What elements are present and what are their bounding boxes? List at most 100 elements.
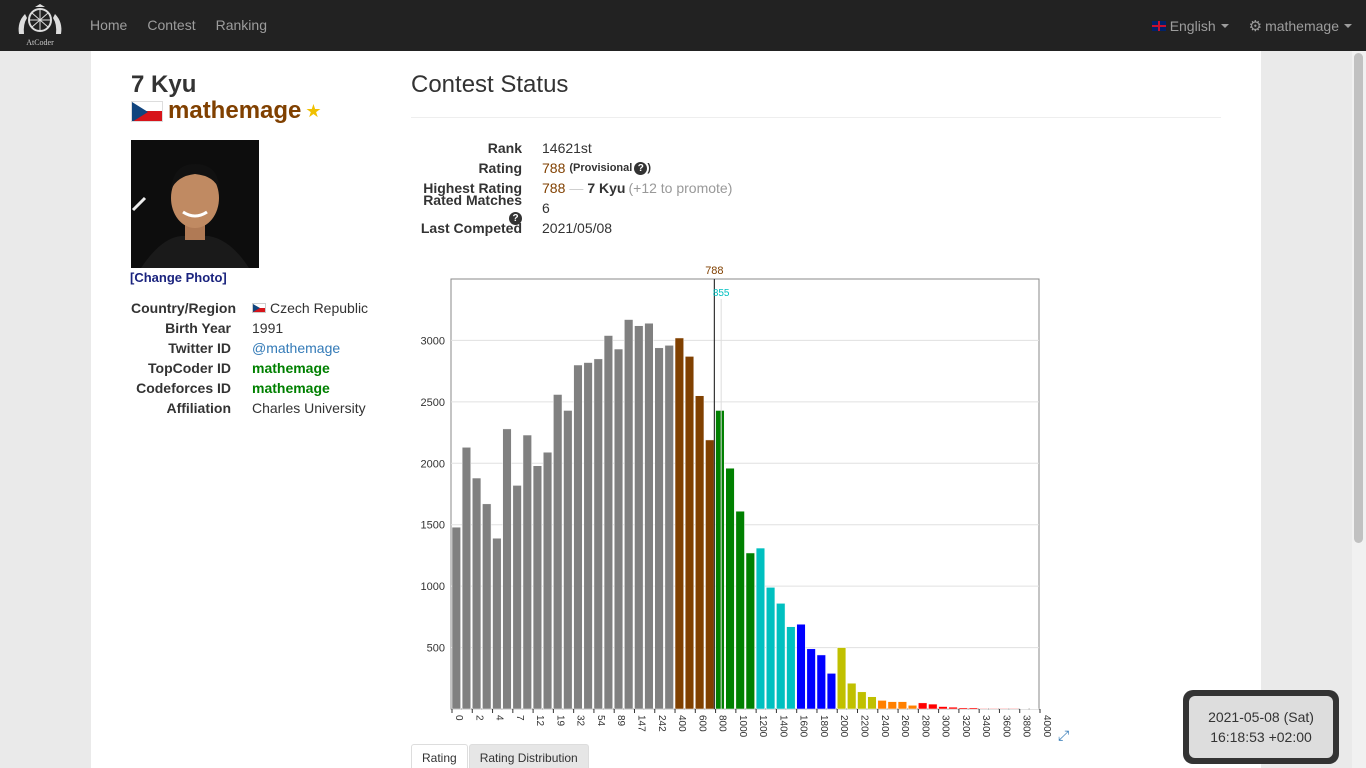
codeforces-link[interactable]: mathemage — [252, 380, 330, 396]
histogram-bar — [522, 434, 532, 710]
x-tick-label: 19 — [554, 715, 565, 727]
x-tick-label: 3000 — [940, 715, 951, 738]
topcoder-link[interactable]: mathemage — [252, 360, 330, 376]
info-row: TopCoder ID mathemage — [131, 358, 368, 378]
status-row: Rated Matches ? 6 — [411, 192, 732, 225]
last-competed-value: 2021/05/08 — [542, 220, 613, 236]
x-tick-label: 800 — [717, 715, 728, 732]
x-tick-label: 3600 — [1000, 715, 1011, 738]
user-dropdown[interactable]: ⚙ mathemage — [1249, 17, 1352, 35]
highest-rating-value: 788 — [542, 180, 566, 196]
histogram-bar — [502, 428, 512, 710]
expand-icon[interactable]: ⤢ — [1058, 727, 1069, 744]
rating-value: 788 — [542, 160, 566, 176]
histogram-bar — [806, 648, 816, 710]
nav-home[interactable]: Home — [80, 0, 137, 51]
scrollbar-thumb[interactable] — [1354, 53, 1363, 543]
status-label: Rated Matches — [423, 191, 522, 208]
histogram-bar — [654, 347, 664, 710]
histogram-bar — [725, 467, 735, 710]
histogram-bar — [867, 696, 877, 710]
histogram-bar — [472, 477, 482, 710]
rating-distribution-chart: 500 1000 1500 2000 2500 3000 0 2 4 7 12 19 32 54 89 147… — [421, 265, 1051, 738]
user-label: mathemage — [1265, 17, 1339, 34]
language-dropdown[interactable]: English — [1151, 18, 1229, 34]
histogram-bar — [745, 552, 755, 710]
nav-ranking[interactable]: Ranking — [206, 0, 277, 51]
provisional-close: ) — [647, 162, 651, 174]
histogram-bar — [1009, 708, 1019, 710]
info-row: Codeforces ID mathemage — [131, 378, 368, 398]
main-container: 7 Kyu mathemage ★ [Change Photo] Country… — [91, 51, 1261, 768]
x-tick-label: 1800 — [818, 715, 829, 738]
twitter-link[interactable]: @mathemage — [252, 340, 340, 356]
nav-contest[interactable]: Contest — [137, 0, 205, 51]
birth-year-value: 1991 — [252, 320, 284, 336]
clock-widget: 2021-05-08 (Sat) 16:18:53 +02:00 — [1183, 690, 1339, 764]
x-tick-label: 3800 — [1021, 715, 1032, 738]
tab-rating-distribution[interactable]: Rating Distribution — [468, 744, 589, 768]
histogram-bar — [989, 708, 999, 710]
x-tick-label: 600 — [696, 715, 707, 732]
x-tick-label: 4000 — [1041, 715, 1051, 738]
x-tick-label: 242 — [656, 715, 667, 732]
histogram-bar — [887, 701, 897, 710]
status-row: Rating 788 (Provisional ? ) — [411, 158, 732, 178]
change-photo-link[interactable]: [Change Photo] — [130, 270, 227, 285]
y-tick-label: 1500 — [421, 520, 445, 532]
y-tick-label: 500 — [427, 643, 445, 655]
histogram-bar — [664, 345, 674, 710]
rating-marker-label: 855 — [713, 288, 730, 299]
histogram-bar — [978, 708, 989, 710]
x-tick-label: 3200 — [960, 715, 971, 738]
provisional-label: (Provisional — [569, 162, 633, 174]
info-label: Birth Year — [165, 320, 231, 336]
clock-face: 2021-05-08 (Sat) 16:18:53 +02:00 — [1189, 696, 1333, 758]
clock-date: 2021-05-08 (Sat) — [1208, 709, 1314, 725]
promote-hint: (+12 to promote) — [628, 180, 733, 196]
star-icon: ★ — [305, 100, 322, 121]
histogram-bar — [684, 356, 695, 710]
info-row: Affiliation Charles University — [131, 398, 368, 418]
x-tick-label: 2600 — [899, 715, 910, 738]
histogram-bar — [776, 603, 786, 710]
x-tick-label: 147 — [635, 715, 646, 732]
x-tick-label: 1400 — [777, 715, 788, 738]
histogram-bar — [907, 705, 918, 710]
histogram-bar — [532, 465, 542, 710]
nav-right: English ⚙ mathemage — [1132, 0, 1352, 51]
affiliation-value: Charles University — [252, 400, 366, 416]
histogram-bar — [897, 701, 907, 710]
y-tick-label: 2000 — [421, 458, 445, 470]
histogram-bar — [553, 394, 563, 710]
atcoder-logo[interactable]: AtCoder — [10, 0, 70, 51]
highest-kyu: 7 Kyu — [587, 180, 626, 196]
czech-flag-icon — [252, 303, 266, 313]
histogram-bar — [492, 537, 502, 710]
histogram-bar — [705, 439, 715, 710]
histogram-bar — [563, 410, 573, 710]
y-tick-label: 1000 — [421, 581, 445, 593]
caret-down-icon — [1220, 23, 1229, 28]
czech-flag-icon — [131, 100, 163, 122]
country-value: Czech Republic — [270, 300, 369, 316]
username: mathemage — [168, 97, 302, 124]
gear-icon: ⚙ — [1248, 17, 1263, 35]
rank-value: 14621st — [542, 140, 592, 156]
x-tick-label: 32 — [575, 715, 586, 727]
x-tick-label: 2200 — [859, 715, 870, 738]
histogram-bar — [644, 322, 654, 710]
question-icon[interactable]: ? — [634, 161, 648, 175]
status-label: Rank — [487, 140, 522, 156]
info-label: Affiliation — [166, 400, 231, 416]
histogram-bar — [938, 706, 948, 710]
histogram-bar — [826, 673, 836, 710]
clock-time: 16:18:53 +02:00 — [1210, 729, 1312, 745]
histogram-bar — [603, 335, 613, 710]
histogram-bar — [512, 485, 522, 710]
highest-rating-group: 788 — 7 Kyu (+12 to promote) — [542, 180, 732, 196]
histogram-bar — [918, 702, 928, 710]
tab-rating[interactable]: Rating — [411, 744, 468, 768]
atcoder-crest-icon — [18, 4, 62, 34]
x-tick-label: 7 — [514, 715, 525, 721]
